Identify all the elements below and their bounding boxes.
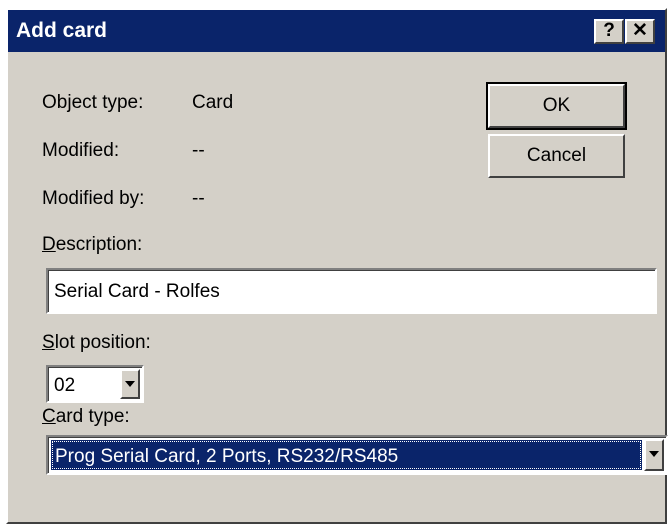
slot-position-dropdown-button[interactable] — [120, 369, 140, 399]
description-input[interactable]: Serial Card - Rolfes — [46, 268, 657, 314]
close-icon: ✕ — [632, 20, 648, 41]
modified-label: Modified: — [42, 140, 120, 161]
object-type-label: Object type: — [42, 92, 144, 113]
modified-by-value: -- — [192, 188, 205, 209]
description-value: Serial Card - Rolfes — [54, 281, 220, 302]
add-card-dialog: Add card ? ✕ Object type: Card Modified:… — [6, 8, 668, 524]
window-title: Add card — [16, 19, 108, 42]
title-bar[interactable]: Add card ? ✕ — [8, 10, 665, 52]
modified-value: -- — [192, 140, 205, 161]
question-mark-icon: ? — [603, 20, 615, 41]
card-type-mnemonic: C — [42, 406, 56, 427]
ok-button[interactable]: OK — [486, 82, 627, 130]
card-type-value: Prog Serial Card, 2 Ports, RS232/RS485 — [55, 446, 399, 467]
slot-position-select[interactable]: 02 — [46, 365, 144, 403]
card-type-dropdown-button[interactable] — [644, 439, 664, 471]
slot-position-label: Slot position: — [42, 332, 151, 354]
description-mnemonic: D — [42, 234, 56, 255]
slot-position-value: 02 — [54, 375, 76, 396]
object-type-value: Card — [192, 92, 234, 113]
card-type-select[interactable]: Prog Serial Card, 2 Ports, RS232/RS485 — [46, 435, 668, 475]
help-button[interactable]: ? — [594, 19, 624, 44]
slot-position-mnemonic: S — [42, 332, 55, 353]
ok-button-label: OK — [542, 95, 571, 116]
description-label: Description: — [42, 234, 142, 256]
card-type-selection-highlight: Prog Serial Card, 2 Ports, RS232/RS485 — [51, 440, 642, 470]
description-label-text: escription: — [55, 234, 143, 255]
cancel-button-label: Cancel — [526, 145, 587, 166]
chevron-down-icon — [125, 381, 135, 387]
cancel-button[interactable]: Cancel — [488, 134, 625, 178]
close-button[interactable]: ✕ — [625, 19, 655, 44]
modified-by-label: Modified by: — [42, 188, 145, 209]
card-type-label-text: ard type: — [55, 406, 130, 427]
slot-position-label-text: lot position: — [54, 332, 151, 353]
card-type-label: Card type: — [42, 406, 130, 428]
chevron-down-icon — [649, 451, 659, 457]
